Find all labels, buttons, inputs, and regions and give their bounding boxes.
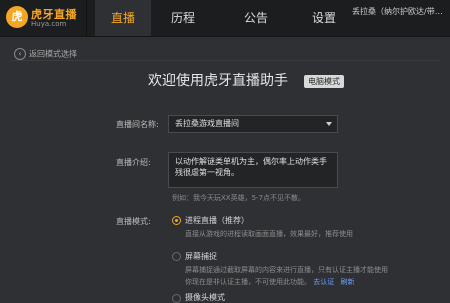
option-process-live-title[interactable]: 进程直播（推荐） [185, 215, 249, 226]
nav-divider [86, 0, 87, 36]
non-certified-notice: 你现在是非认证主播，不可使用此功能。 [185, 278, 311, 286]
tab-settings[interactable]: 设置 [296, 0, 352, 36]
intro-textarea[interactable]: 以动作解谜类单机为主，偶尔率上动作类手残很虐第一视角。 [168, 152, 338, 188]
intro-label: 直播介绍: [116, 158, 151, 167]
chevron-down-icon [326, 122, 332, 126]
option-screen-capture-title[interactable]: 屏幕捕捉 [185, 251, 217, 262]
option-screen-capture-desc2: 你现在是非认证主播，不可使用此功能。 去认证 刷新 [185, 277, 354, 287]
tab-history[interactable]: 历程 [155, 0, 211, 36]
huya-logo[interactable]: 虎 虎牙直播 Huya.com [6, 4, 82, 32]
tab-announcement[interactable]: 公告 [228, 0, 284, 36]
option-process-live-desc: 直接从游戏的进程读取画面直播，效果最好，推荐使用 [185, 230, 353, 238]
intro-hint: 例如：我今天玩XX英雄，5-7点不见不散。 [172, 194, 306, 202]
mode-badge: 电脑模式 [304, 75, 344, 88]
radio-process-live[interactable] [172, 216, 181, 225]
back-to-mode-select[interactable]: ‹ 返回模式选择 [14, 48, 77, 60]
radio-screen-capture[interactable] [172, 252, 181, 261]
room-name-label: 直播间名称: [116, 120, 159, 129]
refresh-link[interactable]: 刷新 [340, 278, 354, 286]
page-title: 欢迎使用虎牙直播助手 [148, 73, 288, 89]
option-screen-capture-desc: 屏幕捕捉通过截取屏幕的内容来进行直播，只有认证主播才能使用 [185, 266, 388, 274]
chevron-left-icon: ‹ [14, 48, 26, 60]
tab-live[interactable]: 直播 [95, 0, 151, 36]
user-name[interactable]: 丢拉桑（纳尔护欧达/带… [352, 6, 446, 17]
room-name-select[interactable]: 丢拉桑游戏直播间 [168, 115, 338, 133]
radio-camera-mode[interactable] [172, 294, 181, 303]
header-separator [10, 60, 440, 61]
back-label: 返回模式选择 [29, 49, 77, 59]
tiger-logo-icon: 虎 [6, 6, 28, 28]
option-camera-mode-title[interactable]: 摄像头模式 [185, 292, 225, 303]
mode-label: 直播模式: [116, 217, 151, 226]
go-certify-link[interactable]: 去认证 [313, 278, 334, 286]
logo-domain: Huya.com [31, 20, 67, 28]
room-name-value: 丢拉桑游戏直播间 [175, 119, 239, 128]
top-navigation-bar: 虎 虎牙直播 Huya.com 直播 历程 公告 设置 丢拉桑（纳尔护欧达/带… [0, 0, 450, 37]
